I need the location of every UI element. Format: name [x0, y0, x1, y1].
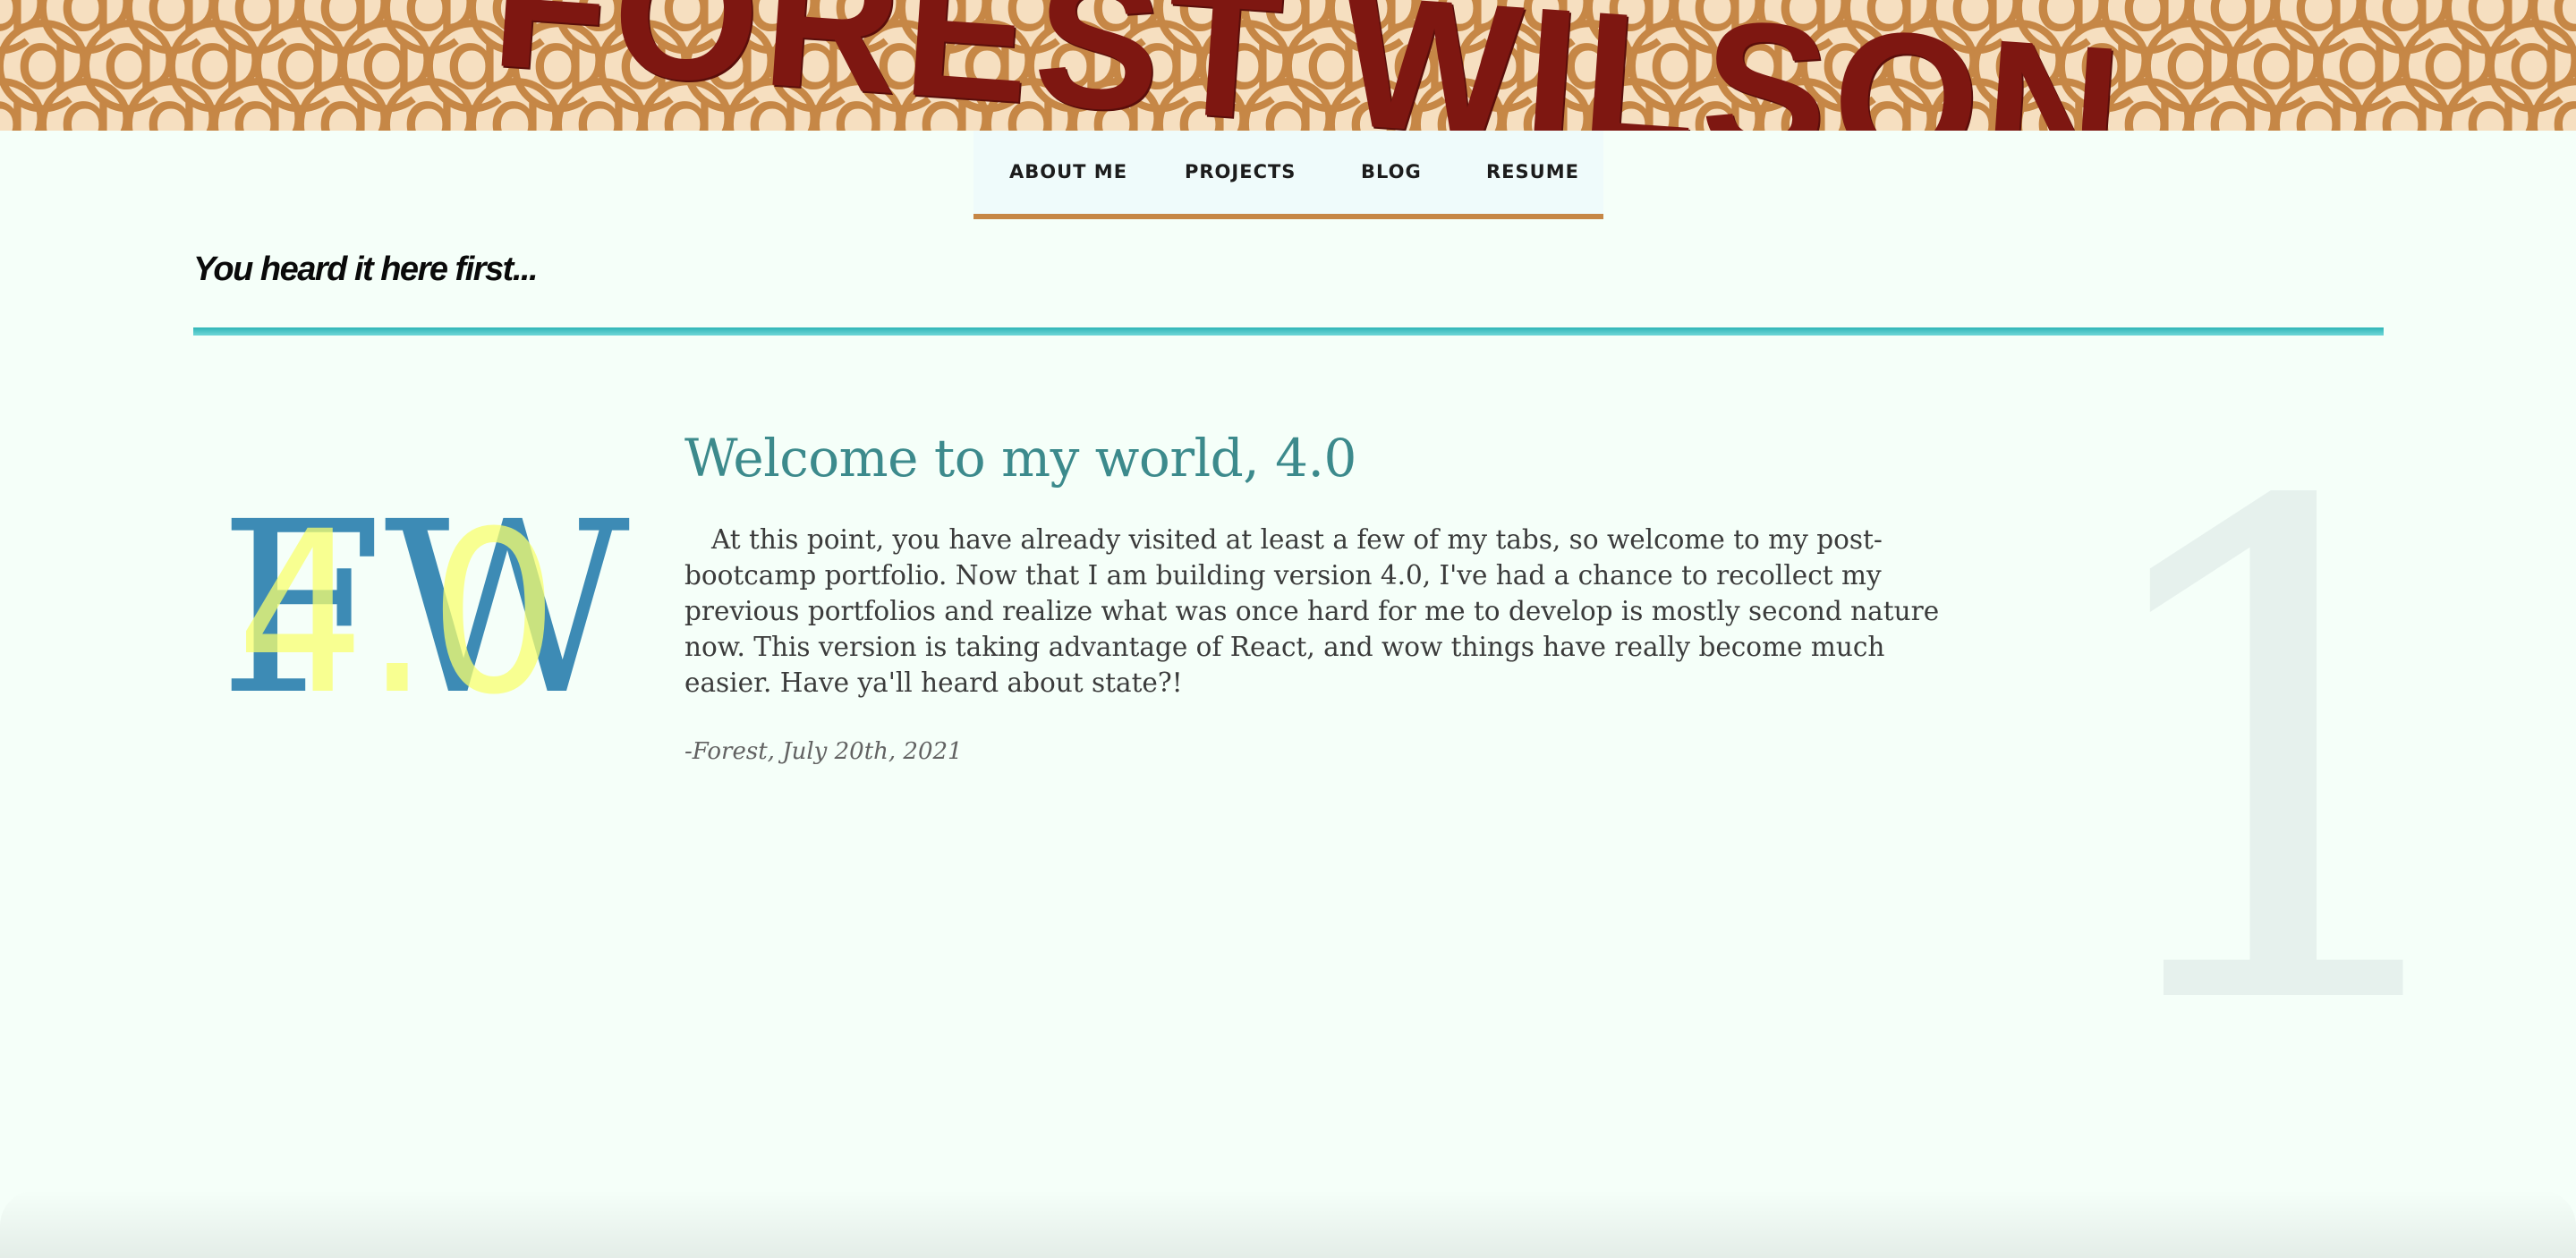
logo-version: 4.0 — [236, 483, 558, 716]
nav-resume[interactable]: RESUME — [1486, 161, 1579, 183]
blog-divider — [193, 327, 2384, 336]
blog-tagline: You heard it here first... — [193, 251, 539, 288]
nav-about-me[interactable]: ABOUT ME — [1009, 161, 1127, 183]
header-banner: @ @ @ @ @ @ @ @ @ @ @ @ @ @ @ @ @ @ @ @ @ @ @ @ @ @ @ @ @ @ @ @ @ @ @ @ @ @ @ @… — [0, 0, 2576, 131]
post-title: Welcome to my world, 4.0 — [684, 428, 1356, 489]
post-body: At this point, you have already visited … — [684, 524, 1940, 698]
at-glyph: @ — [2523, 54, 2576, 131]
site-name-logo[interactable]: FOREST WILSON — [486, 0, 2132, 131]
post-number: 1 — [2067, 365, 2500, 1156]
bottom-shadow — [0, 1190, 2576, 1258]
post-signature: -Forest, July 20th, 2021 — [684, 738, 963, 765]
nav-projects[interactable]: PROJECTS — [1185, 161, 1296, 183]
fw-4-0-logo: FW 4.0 — [218, 483, 631, 716]
nav-blog[interactable]: BLOG — [1361, 161, 1422, 183]
portfolio-page: @ @ @ @ @ @ @ @ @ @ @ @ @ @ @ @ @ @ @ @ @ @ @ @ @ @ @ @ @ @ @ @ @ @ @ @ @ @ @ @… — [0, 0, 2576, 1258]
main-nav: ABOUT ME PROJECTS BLOG RESUME — [973, 131, 1603, 219]
